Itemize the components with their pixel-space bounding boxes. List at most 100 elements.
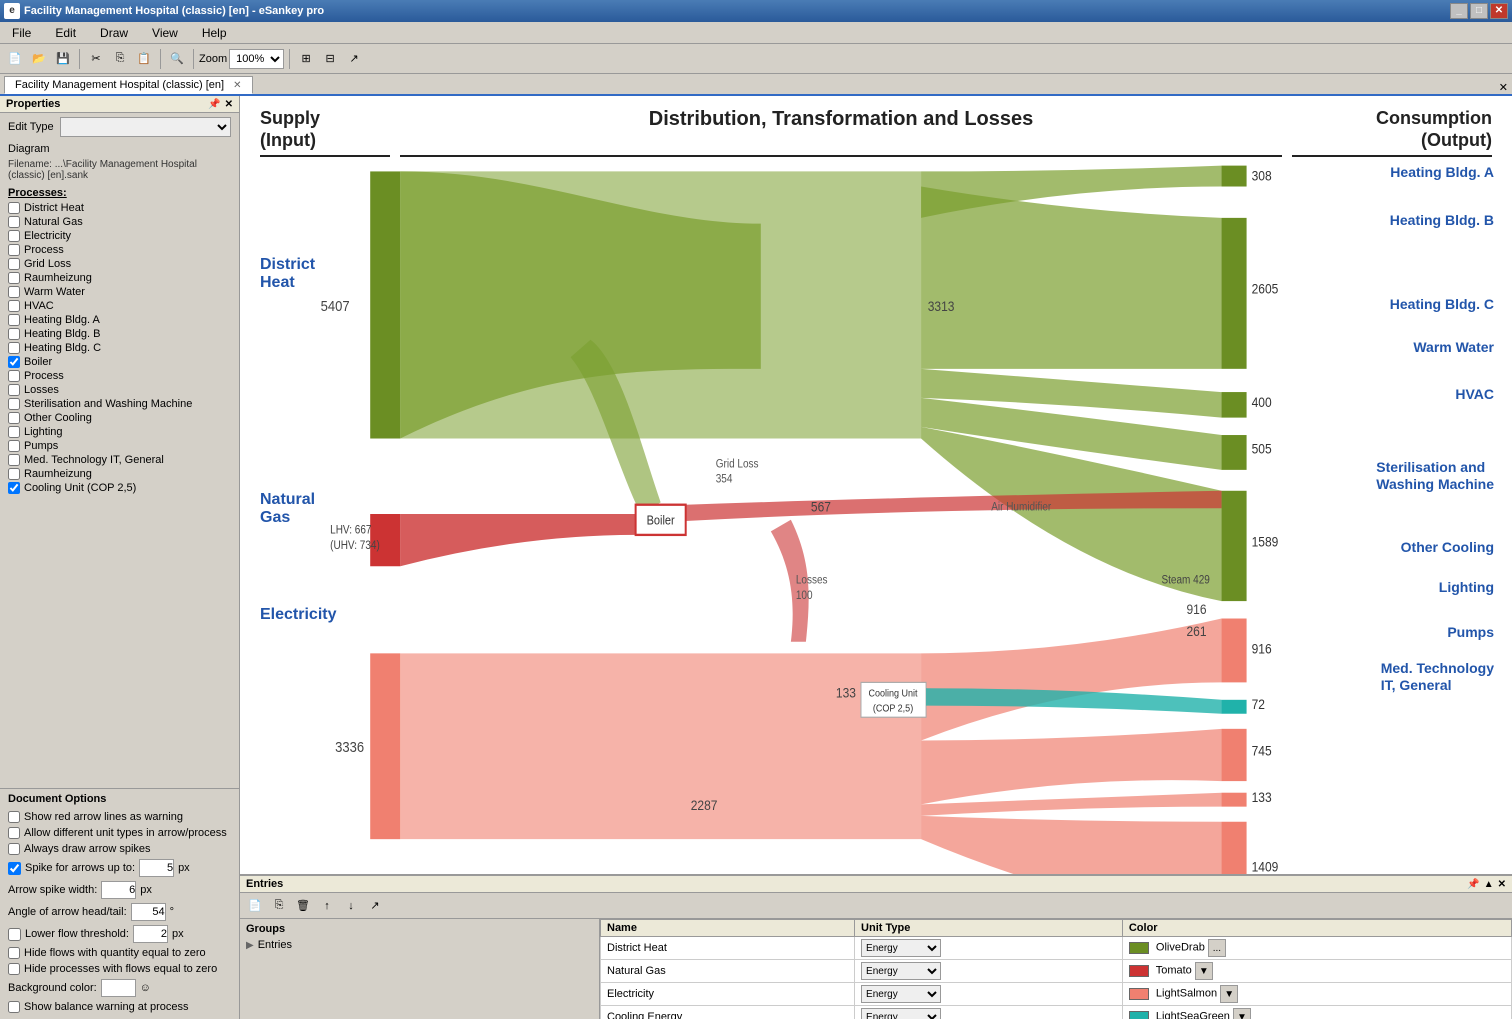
zoom-select[interactable]: 100% 75% 150% xyxy=(229,49,284,69)
process-check-process[interactable] xyxy=(8,244,20,256)
doc-options-label: Document Options xyxy=(8,793,231,805)
supply-block-electricity xyxy=(370,653,400,839)
supply-label-natural-gas: NaturalGas xyxy=(260,491,315,527)
save-button[interactable]: 💾 xyxy=(52,48,74,70)
cut-button[interactable]: ✂ xyxy=(85,48,107,70)
process-check-electricity[interactable] xyxy=(8,230,20,242)
spike-width-input[interactable] xyxy=(101,881,136,899)
open-button[interactable]: 📂 xyxy=(28,48,50,70)
entries-delete-btn[interactable]: 🗑 xyxy=(292,895,314,917)
check-spike-arrows[interactable] xyxy=(8,862,21,875)
bg-color-swatch[interactable] xyxy=(101,979,136,997)
check-hide-zero-flows[interactable] xyxy=(8,947,20,959)
check-threshold[interactable] xyxy=(8,928,21,941)
cons-value-2605: 2605 xyxy=(1252,281,1279,297)
cons-label-heating-b: Heating Bldg. B xyxy=(1390,212,1494,228)
process-check-other-cooling[interactable] xyxy=(8,412,20,424)
process-label-heating-c: Heating Bldg. C xyxy=(24,342,101,354)
process-label-heating-b: Heating Bldg. B xyxy=(24,328,100,340)
unit-select-district-heat[interactable]: Energy xyxy=(861,939,941,957)
color-btn-natural-gas[interactable]: ▼ xyxy=(1195,962,1213,980)
table-row-cooling-energy[interactable]: Cooling Energy Energy LightSeaGreen ▼ xyxy=(601,1006,1512,1019)
check-diff-units[interactable] xyxy=(8,827,20,839)
groups-item-entries[interactable]: ▶ Entries xyxy=(242,937,597,953)
entries-copy-btn[interactable]: ⎘ xyxy=(268,895,290,917)
entries-close-icon[interactable]: ✕ xyxy=(1498,879,1506,890)
threshold-row: Lower flow threshold: px xyxy=(8,923,231,945)
panel-close-icon[interactable]: ✕ xyxy=(225,99,233,110)
process-check-pumps[interactable] xyxy=(8,440,20,452)
export-button[interactable]: ↗ xyxy=(343,48,365,70)
color-btn-district-heat[interactable]: ... xyxy=(1208,939,1226,957)
entries-new-btn[interactable]: 📄 xyxy=(244,895,266,917)
spike-width-px-label: px xyxy=(140,884,152,896)
process-check-boiler[interactable] xyxy=(8,356,20,368)
unit-select-electricity[interactable]: Energy xyxy=(861,985,941,1003)
process-check-losses[interactable] xyxy=(8,384,20,396)
search-button[interactable]: 🔍 xyxy=(166,48,188,70)
menu-help[interactable]: Help xyxy=(194,24,235,42)
menu-file[interactable]: File xyxy=(4,24,39,42)
main-tab[interactable]: Facility Management Hospital (classic) [… xyxy=(4,76,253,94)
panel-pin-icon[interactable]: 📌 xyxy=(208,99,220,110)
angle-input[interactable] xyxy=(131,903,166,921)
process-check-heating-a[interactable] xyxy=(8,314,20,326)
table-row-district-heat[interactable]: District Heat Energy OliveDrab ... xyxy=(601,937,1512,960)
toolbar-separator-2 xyxy=(160,49,161,69)
menu-draw[interactable]: Draw xyxy=(92,24,136,42)
copy-button[interactable]: ⎘ xyxy=(109,48,131,70)
process-check-sterilisation[interactable] xyxy=(8,398,20,410)
menu-view[interactable]: View xyxy=(144,24,186,42)
process-check-district-heat[interactable] xyxy=(8,202,20,214)
entries-expand-icon[interactable]: ▲ xyxy=(1484,879,1494,890)
check-red-arrows[interactable] xyxy=(8,811,20,823)
entries-down-btn[interactable]: ↓ xyxy=(340,895,362,917)
canvas-area[interactable]: Supply(Input) Distribution, Transformati… xyxy=(240,96,1512,874)
paste-button[interactable]: 📋 xyxy=(133,48,155,70)
process-check-cooling-unit[interactable] xyxy=(8,482,20,494)
menu-edit[interactable]: Edit xyxy=(47,24,84,42)
process-check-raumheizung2[interactable] xyxy=(8,468,20,480)
process-check-lighting[interactable] xyxy=(8,426,20,438)
close-button[interactable]: ✕ xyxy=(1490,3,1508,19)
check-balance-warning[interactable] xyxy=(8,1001,20,1013)
process-item-grid-loss: Grid Loss xyxy=(8,257,231,271)
entries-up-btn[interactable]: ↑ xyxy=(316,895,338,917)
check-hide-zero-processes[interactable] xyxy=(8,963,20,975)
process-check-warm-water[interactable] xyxy=(8,286,20,298)
row-unit-electricity: Energy xyxy=(855,983,1123,1006)
process-check-heating-b[interactable] xyxy=(8,328,20,340)
unit-select-cooling-energy[interactable]: Energy xyxy=(861,1008,941,1019)
new-button[interactable]: 📄 xyxy=(4,48,26,70)
value-133: 133 xyxy=(836,685,856,701)
process-check-heating-c[interactable] xyxy=(8,342,20,354)
unit-select-natural-gas[interactable]: Energy xyxy=(861,962,941,980)
entries-pin-icon[interactable]: 📌 xyxy=(1467,879,1479,890)
maximize-button[interactable]: □ xyxy=(1470,3,1488,19)
close-tab-btn[interactable]: ✕ xyxy=(1499,81,1512,94)
process-check-grid-loss[interactable] xyxy=(8,258,20,270)
spike-value-input[interactable] xyxy=(139,859,174,877)
process-check-raumheizung[interactable] xyxy=(8,272,20,284)
grid-button[interactable]: ⊟ xyxy=(319,48,341,70)
process-check-hvac[interactable] xyxy=(8,300,20,312)
losses-value: 100 xyxy=(796,589,813,602)
edit-type-select[interactable] xyxy=(60,117,231,137)
process-check-natural-gas[interactable] xyxy=(8,216,20,228)
color-btn-cooling-energy[interactable]: ▼ xyxy=(1233,1008,1251,1019)
angle-deg-label: ° xyxy=(170,906,174,918)
minimize-button[interactable]: _ xyxy=(1450,3,1468,19)
tab-close-icon[interactable]: ✕ xyxy=(233,80,241,91)
process-check-med-tech[interactable] xyxy=(8,454,20,466)
entries-panel: Entries 📌 ▲ ✕ 📄 ⎘ 🗑 ↑ ↓ ↗ Groups xyxy=(240,874,1512,1019)
fit-button[interactable]: ⊞ xyxy=(295,48,317,70)
entries-import-btn[interactable]: ↗ xyxy=(364,895,386,917)
color-btn-electricity[interactable]: ▼ xyxy=(1220,985,1238,1003)
process-check-process2[interactable] xyxy=(8,370,20,382)
table-row-electricity[interactable]: Electricity Energy LightSalmon ▼ xyxy=(601,983,1512,1006)
table-row-natural-gas[interactable]: Natural Gas Energy Tomato ▼ xyxy=(601,960,1512,983)
threshold-input[interactable] xyxy=(133,925,168,943)
check-always-spikes[interactable] xyxy=(8,843,20,855)
flow-elec-sterilisation xyxy=(921,619,1221,741)
groups-arrow-icon: ▶ xyxy=(246,940,254,951)
